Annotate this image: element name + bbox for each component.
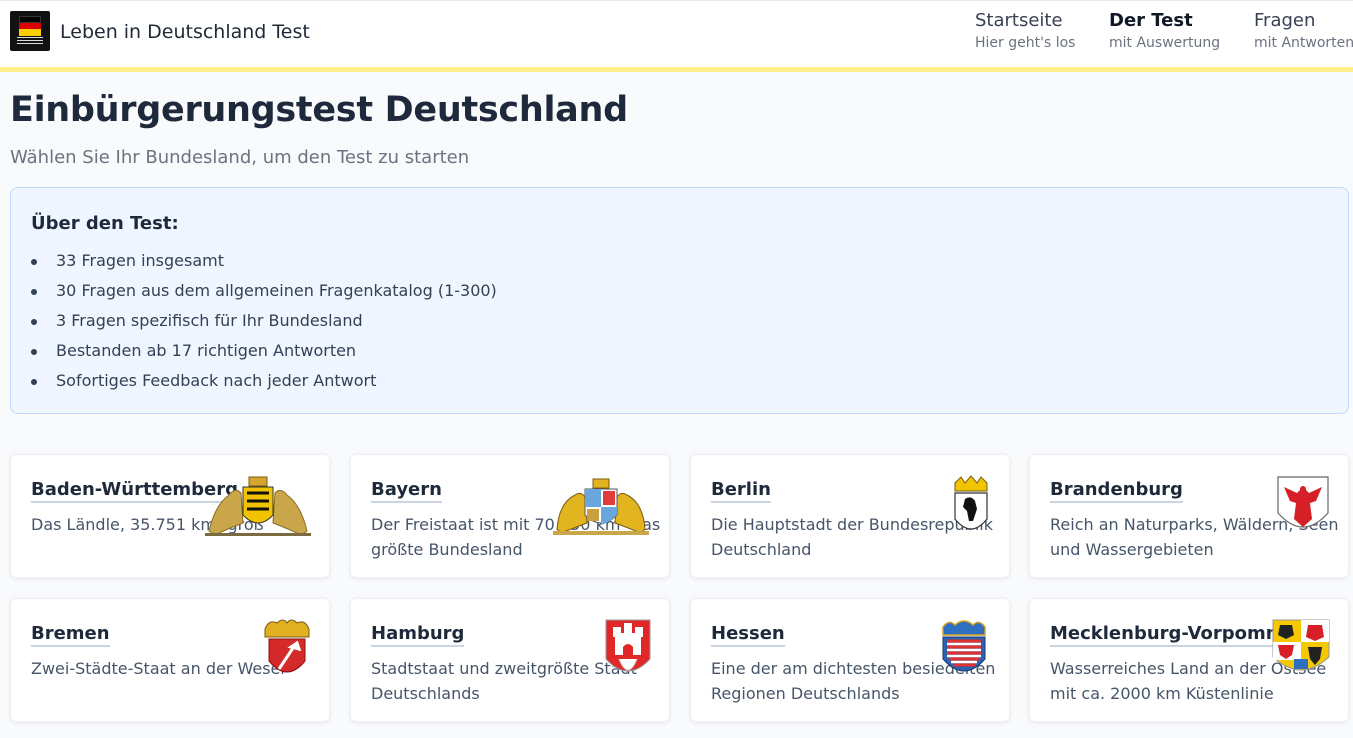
mecklenburg-vorpommern-coat-of-arms-icon bbox=[1272, 619, 1330, 671]
page-title: Einbürgerungstest Deutschland bbox=[10, 90, 628, 130]
list-item: Bestanden ab 17 richtigen Antworten bbox=[31, 340, 497, 370]
state-card-berlin[interactable]: Berlin Die Hauptstadt der Bundesrepublik… bbox=[690, 454, 1010, 578]
list-item: 30 Fragen aus dem allgemeinen Fragenkata… bbox=[31, 280, 497, 310]
logo-lettering bbox=[17, 37, 43, 45]
page-subtitle: Wählen Sie Ihr Bundesland, um den Test z… bbox=[10, 147, 470, 168]
nav-sublabel: Hier geht's los bbox=[975, 35, 1076, 51]
berlin-coat-of-arms-icon bbox=[954, 475, 988, 530]
nav-startseite[interactable]: Startseite Hier geht's los bbox=[975, 10, 1075, 51]
app-logo-icon[interactable] bbox=[10, 11, 50, 51]
state-card-hamburg[interactable]: Hamburg Stadtstaat und zweitgrößte Stadt… bbox=[350, 598, 670, 722]
state-card-bayern[interactable]: Bayern Der Freistaat ist mit 70.550 km² … bbox=[350, 454, 670, 578]
info-list: 33 Fragen insgesamt 30 Fragen aus dem al… bbox=[31, 250, 497, 400]
top-navbar: Leben in Deutschland Test Startseite Hie… bbox=[0, 0, 1353, 72]
hamburg-coat-of-arms-icon bbox=[605, 619, 651, 672]
bremen-coat-of-arms-icon bbox=[264, 619, 310, 673]
state-card-mecklenburg-vorpommern[interactable]: Mecklenburg-Vorpommern Wasserreiches Lan… bbox=[1029, 598, 1349, 722]
state-name: Berlin bbox=[711, 479, 771, 503]
state-name: Brandenburg bbox=[1050, 479, 1183, 503]
state-card-baden-wuerttemberg[interactable]: Baden-Württemberg Das Ländle, 35.751 km²… bbox=[10, 454, 330, 578]
nav-sublabel: mit Auswertung bbox=[1109, 35, 1221, 51]
state-card-brandenburg[interactable]: Brandenburg Reich an Naturparks, Wäldern… bbox=[1029, 454, 1349, 578]
nav-fragen[interactable]: Fragen mit Antworten bbox=[1254, 10, 1353, 51]
info-title: Über den Test: bbox=[31, 213, 179, 234]
state-name: Hessen bbox=[711, 623, 785, 647]
nav-label: Startseite bbox=[975, 10, 1063, 31]
test-info-box: Über den Test: 33 Fragen insgesamt 30 Fr… bbox=[10, 187, 1349, 414]
list-item: Sofortiges Feedback nach jeder Antwort bbox=[31, 370, 497, 400]
bayern-coat-of-arms-icon bbox=[553, 478, 649, 535]
state-card-hessen[interactable]: Hessen Eine der am dichtesten besiedelte… bbox=[690, 598, 1010, 722]
state-card-bremen[interactable]: Bremen Zwei-Städte-Staat an der Weser bbox=[10, 598, 330, 722]
nav-label: Der Test bbox=[1109, 10, 1193, 31]
state-name: Hamburg bbox=[371, 623, 465, 647]
german-flag-icon bbox=[19, 16, 41, 36]
nav-der-test[interactable]: Der Test mit Auswertung bbox=[1109, 10, 1220, 51]
app-title[interactable]: Leben in Deutschland Test bbox=[60, 21, 310, 43]
nav-label: Fragen bbox=[1254, 10, 1316, 31]
baden-wuerttemberg-coat-of-arms-icon bbox=[205, 476, 311, 536]
state-name: Bremen bbox=[31, 623, 110, 647]
hessen-coat-of-arms-icon bbox=[942, 620, 986, 672]
nav-sublabel: mit Antworten bbox=[1254, 35, 1353, 51]
brandenburg-coat-of-arms-icon bbox=[1277, 476, 1329, 528]
state-name: Bayern bbox=[371, 479, 442, 503]
list-item: 3 Fragen spezifisch für Ihr Bundesland bbox=[31, 310, 497, 340]
list-item: 33 Fragen insgesamt bbox=[31, 250, 497, 280]
